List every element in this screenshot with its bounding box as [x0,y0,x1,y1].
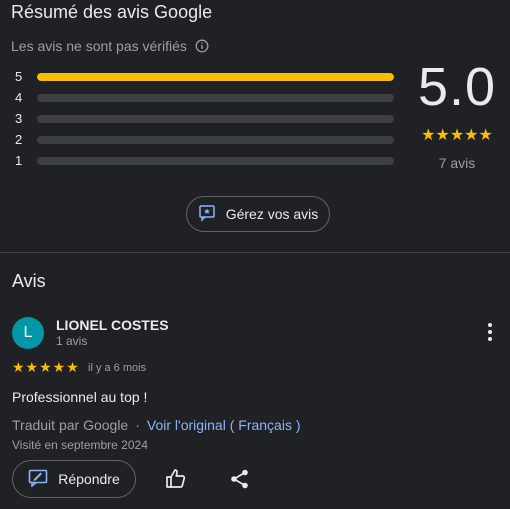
rating-bar-label: 1 [15,153,23,168]
review-edit-icon [198,204,216,225]
rating-distribution: 5 4 3 2 1 [15,66,395,171]
review-count[interactable]: 7 avis [412,155,502,171]
rating-bar-track [37,93,394,102]
translation-row: Traduit par Google · Voir l'original ( F… [12,417,301,433]
summary-title: Résumé des avis Google [11,2,213,22]
rating-bar-row[interactable]: 5 [15,66,395,87]
reply-button[interactable]: Répondre [12,460,136,498]
reply-icon [28,469,48,490]
rating-bar-label: 4 [15,90,23,105]
reply-label: Répondre [58,471,120,487]
manage-reviews-button[interactable]: Gérez vos avis [186,196,330,232]
rating-bar-fill [37,72,394,81]
rating-bar-track [37,72,394,81]
visit-date: Visité en septembre 2024 [12,438,148,452]
review-date: il y a 6 mois [88,362,147,374]
rating-bar-track [37,156,394,165]
average-score: 5.0 [417,57,497,117]
section-divider [0,252,510,253]
manage-reviews-label: Gérez vos avis [225,206,319,222]
rating-bar-row[interactable]: 1 [15,150,395,171]
more-vert-icon[interactable] [480,322,500,342]
translated-by-label: Traduit par Google [12,417,129,433]
rating-bar-row[interactable]: 3 [15,108,395,129]
reviews-section-title: Avis [12,271,46,291]
rating-bar-row[interactable]: 4 [15,87,395,108]
rating-bar-track [37,135,394,144]
verify-note: Les avis ne sont pas vérifiés [11,38,187,54]
reviewer-review-count: 1 avis [56,334,88,348]
thumb-up-icon[interactable] [164,467,188,491]
rating-bar-track [37,114,394,123]
reviewer-name[interactable]: LIONEL COSTES [56,317,169,333]
reviewer-avatar[interactable]: L [12,317,44,349]
verify-note-row: Les avis ne sont pas vérifiés [11,38,209,54]
view-original-link[interactable]: Voir l'original ( Français ) [147,417,301,433]
review-text: Professionnel au top ! [12,389,148,405]
share-icon[interactable] [229,468,251,490]
rating-bar-row[interactable]: 2 [15,129,395,150]
rating-bar-label: 2 [15,132,23,147]
average-stars: ★★★★★ [421,127,493,144]
rating-bar-label: 5 [15,69,23,84]
avatar-letter: L [23,324,33,341]
review-stars: ★★★★★ [12,359,80,375]
info-icon[interactable] [195,39,209,53]
rating-bar-label: 3 [15,111,23,126]
separator-dot: · [135,417,140,433]
